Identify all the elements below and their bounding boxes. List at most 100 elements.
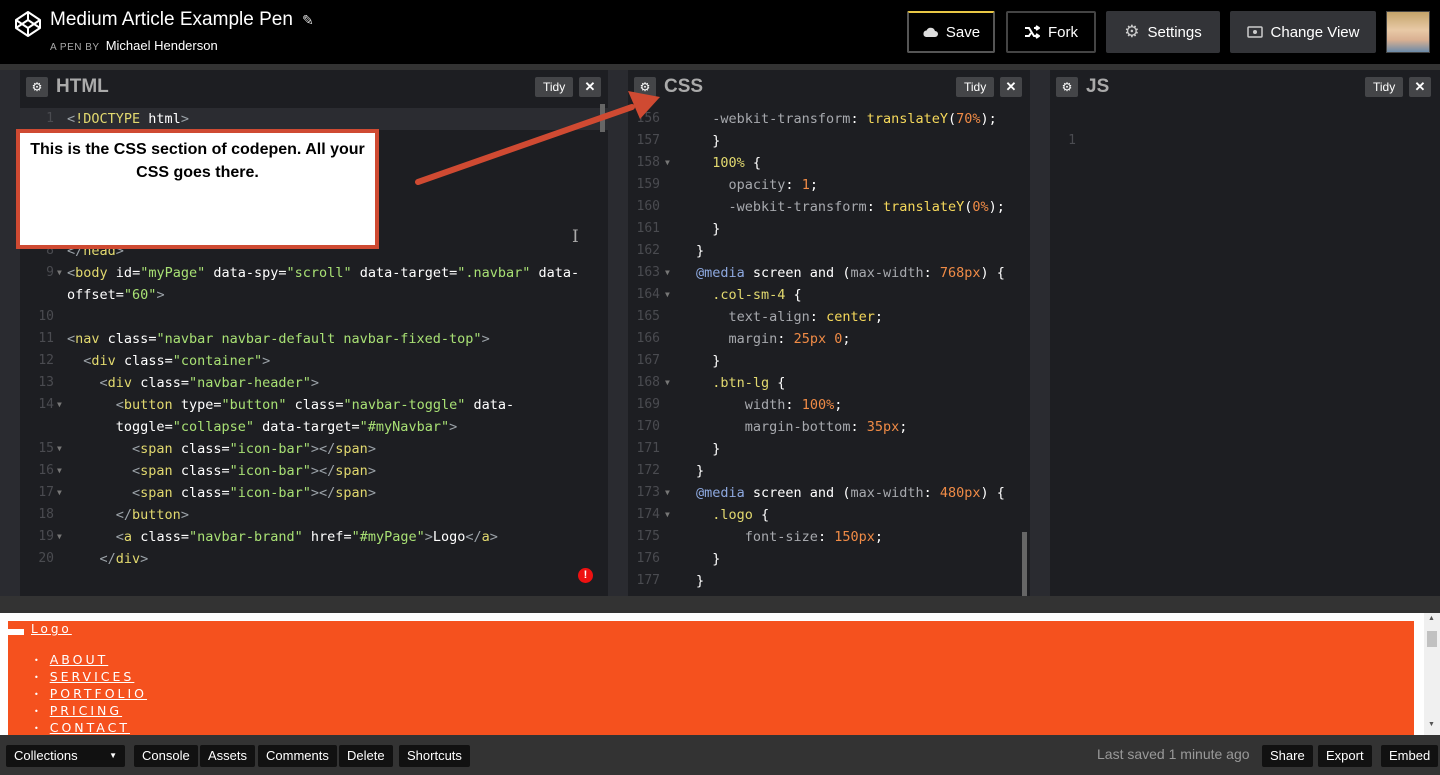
code-text: <span class="icon-bar"></span>	[132, 441, 376, 457]
scroll-down-icon[interactable]: ▼	[1428, 721, 1435, 728]
user-avatar[interactable]	[1386, 11, 1430, 53]
export-button[interactable]: Export	[1318, 745, 1372, 767]
line-number: 14	[38, 397, 54, 412]
preview-navbar: Logo ABOUT SERVICES PORTFOLIO PRICING CO…	[8, 621, 1414, 735]
line-number: 162	[636, 243, 660, 258]
fold-toggle-icon[interactable]: ▼	[57, 394, 62, 416]
css-code-editor[interactable]: 156 -webkit-transform: translateY(70%); 1…	[628, 108, 1030, 596]
console-button[interactable]: Console	[134, 745, 198, 767]
line-number: 12	[38, 353, 54, 368]
fold-toggle-icon[interactable]: ▼	[57, 262, 62, 284]
preview-scroll-thumb[interactable]	[1427, 631, 1437, 647]
navbar-toggle-icon[interactable]	[8, 629, 24, 635]
list-item[interactable]: PORTFOLIO	[34, 685, 147, 702]
code-line: 17 ▼ <span class="icon-bar"></span>	[20, 482, 608, 504]
preview-scrollbar[interactable]: ▲ ▼	[1424, 613, 1440, 735]
js-code-editor[interactable]: 1	[1050, 108, 1440, 596]
line-number: 176	[636, 551, 660, 566]
code-text: <div class="navbar-header">	[99, 375, 320, 391]
line-number: 11	[38, 331, 54, 346]
js-settings-gear-icon[interactable]: ⚙	[1056, 77, 1078, 97]
fold-toggle-icon[interactable]: ▼	[57, 460, 62, 482]
fold-toggle-icon[interactable]: ▼	[665, 372, 670, 394]
line-number: 173	[636, 485, 660, 500]
css-pane-header: ⚙ CSS Tidy ✕	[628, 70, 1030, 104]
code-text: <div class="container">	[83, 353, 271, 369]
pane-resizer-css-js[interactable]	[1030, 70, 1050, 596]
shortcuts-button[interactable]: Shortcuts	[399, 745, 470, 767]
fold-toggle-icon[interactable]: ▼	[57, 526, 62, 548]
code-text: }	[696, 551, 721, 567]
code-text: width: 100%;	[744, 397, 843, 413]
list-item[interactable]: SERVICES	[34, 668, 147, 685]
annotation-callout: This is the CSS section of codepen. All …	[16, 129, 379, 249]
code-line: 164 ▼ .col-sm-4 {	[628, 284, 1030, 306]
preview-brand-link[interactable]: Logo	[31, 622, 72, 636]
list-item[interactable]: ABOUT	[34, 651, 147, 668]
code-line: offset="60">	[20, 284, 608, 306]
code-text: <button type="button" class="navbar-togg…	[115, 397, 515, 413]
code-text: opacity: 1;	[728, 177, 818, 193]
line-number: 17	[38, 485, 54, 500]
assets-button[interactable]: Assets	[200, 745, 256, 767]
line-number: 16	[38, 463, 54, 478]
line-number: 168	[636, 375, 660, 390]
by-prefix: A PEN BY	[50, 42, 100, 53]
line-number: 166	[636, 331, 660, 346]
change-view-button[interactable]: Change View	[1230, 11, 1376, 53]
css-close-icon[interactable]: ✕	[1000, 77, 1022, 97]
line-number: 165	[636, 309, 660, 324]
collections-dropdown[interactable]: Collections ▼	[6, 745, 125, 767]
code-text: .col-sm-4 {	[712, 287, 802, 303]
code-text: .logo {	[712, 507, 770, 523]
css-tidy-button[interactable]: Tidy	[956, 77, 995, 97]
fold-toggle-icon[interactable]: ▼	[665, 482, 670, 504]
share-button[interactable]: Share	[1262, 745, 1313, 767]
pencil-icon[interactable]: ✎	[302, 12, 314, 29]
fold-toggle-icon[interactable]: ▼	[665, 504, 670, 526]
js-tidy-button[interactable]: Tidy	[1365, 77, 1404, 97]
comments-button[interactable]: Comments	[258, 745, 337, 767]
code-text: <a class="navbar-brand" href="#myPage">L…	[115, 529, 498, 545]
gear-icon: ⚙	[1124, 22, 1140, 41]
code-text: offset="60">	[67, 287, 165, 303]
delete-button[interactable]: Delete	[339, 745, 393, 767]
scroll-up-icon[interactable]: ▲	[1428, 615, 1435, 622]
js-close-icon[interactable]: ✕	[1409, 77, 1431, 97]
code-text: }	[696, 441, 721, 457]
code-line: 19 ▼ <a class="navbar-brand" href="#myPag…	[20, 526, 608, 548]
codepen-logo-icon[interactable]	[14, 10, 42, 38]
code-line: 170 margin-bottom: 35px;	[628, 416, 1030, 438]
fold-toggle-icon[interactable]: ▼	[57, 482, 62, 504]
line-number: 9	[46, 265, 54, 280]
error-icon[interactable]: !	[578, 568, 593, 583]
code-line: 12 <div class="container">	[20, 350, 608, 372]
embed-button[interactable]: Embed	[1381, 745, 1439, 767]
js-pane-title: JS	[1086, 76, 1110, 97]
caret-down-icon: ▼	[109, 751, 117, 760]
code-line: 171 }	[628, 438, 1030, 460]
code-text: -webkit-transform: translateY(0%);	[728, 199, 1005, 215]
list-item[interactable]: PRICING	[34, 702, 147, 719]
js-editor-pane: ⚙ JS Tidy ✕ 1	[1050, 70, 1440, 596]
fold-toggle-icon[interactable]: ▼	[665, 284, 670, 306]
js-pane-header: ⚙ JS Tidy ✕	[1050, 70, 1440, 104]
save-button[interactable]: Save	[907, 11, 995, 53]
code-line: 11 <nav class="navbar navbar-default navb…	[20, 328, 608, 350]
fold-toggle-icon[interactable]: ▼	[57, 438, 62, 460]
settings-button[interactable]: ⚙ Settings	[1106, 11, 1220, 53]
list-item[interactable]: CONTACT	[34, 719, 147, 735]
code-text: text-align: center;	[728, 309, 883, 325]
fold-toggle-icon[interactable]: ▼	[665, 262, 670, 284]
preview-resize-bar[interactable]	[0, 596, 1440, 613]
html-settings-gear-icon[interactable]: ⚙	[26, 77, 48, 97]
pen-title[interactable]: Medium Article Example Pen	[50, 9, 293, 31]
author-link[interactable]: Michael Henderson	[106, 38, 218, 53]
line-number: 169	[636, 397, 660, 412]
footer-bar: Collections ▼ Console Assets Comments De…	[0, 735, 1440, 775]
code-line: 174 ▼ .logo {	[628, 504, 1030, 526]
code-line: 10	[20, 306, 608, 328]
css-editor-scrollbar[interactable]	[1022, 532, 1027, 596]
fork-button[interactable]: Fork	[1006, 11, 1096, 53]
code-text: }	[696, 243, 705, 259]
